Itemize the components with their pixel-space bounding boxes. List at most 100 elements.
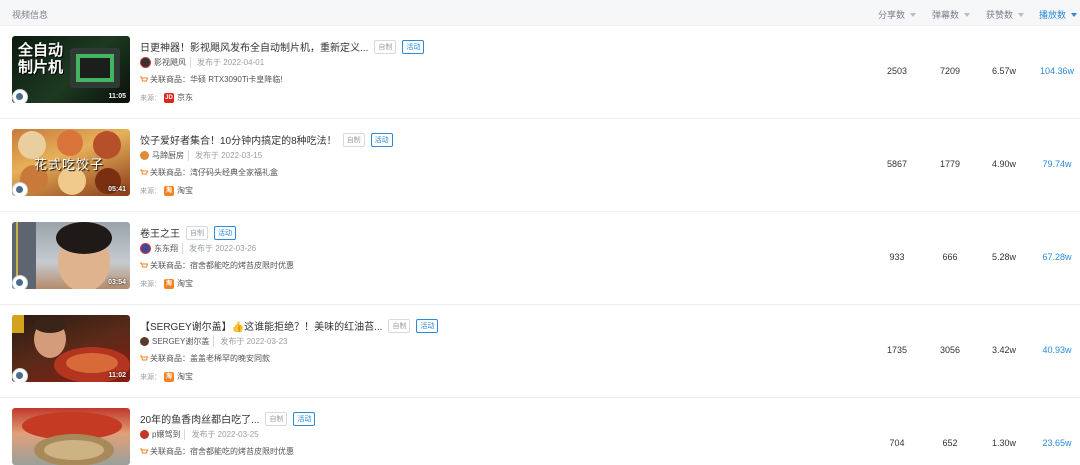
thumbnail-caption: 全自动 制片机 (18, 42, 64, 76)
taobao-logo-icon: 淘 (164, 278, 174, 289)
table-row[interactable]: 全自动 制片机 11:05 日更神器！影视飓风发布全自动制片机，重新定义... … (0, 26, 1080, 119)
column-danmu-label: 弹幕数 (932, 10, 960, 20)
danmu-count: 7209 (939, 66, 961, 76)
publish-date: 发布于 2022-03-15 (188, 150, 262, 161)
author-name[interactable]: 马蹄厨房 (152, 150, 184, 161)
column-share-label: 分享数 (878, 10, 906, 20)
like-count: 3.42w (991, 345, 1017, 355)
source-name[interactable]: 淘宝 (177, 185, 193, 196)
danmu-count: 666 (942, 252, 958, 262)
tag-self-made: 自制 (388, 318, 411, 333)
share-count: 1735 (886, 345, 908, 355)
table-row[interactable]: 03:54 卷王之王 自制 活动 东东翔 发布于 2022-03-26 关联商品… (0, 212, 1080, 305)
video-duration: 11:02 (108, 372, 126, 379)
sort-caret-icon (910, 12, 917, 17)
tag-activity: 活动 (214, 225, 236, 240)
tag-self-made: 自制 (265, 411, 288, 426)
video-duration: 03:54 (108, 279, 126, 286)
uploader-badge-icon (12, 275, 28, 289)
column-video-info: 视频信息 (12, 10, 49, 20)
video-title[interactable]: 日更神器！影视飓风发布全自动制片机，重新定义... (140, 39, 368, 54)
goods-name[interactable]: 华硕 RTX3090Ti卡皇降临! (190, 74, 282, 85)
publish-date: 发布于 2022-03-23 (213, 336, 288, 347)
source-label: 来源： (140, 187, 161, 195)
video-duration: 05:41 (108, 186, 126, 193)
publish-date: 发布于 2022-04-01 (190, 57, 264, 68)
author-name[interactable]: p嬢驾到 (152, 429, 180, 440)
cart-icon (140, 448, 148, 454)
column-danmu-sort[interactable]: 弹幕数 (932, 8, 971, 21)
author-name[interactable]: SERGEY谢尔盖 (152, 336, 209, 347)
goods-name[interactable]: 宿舍都能吃的烤苔皮限时优惠 (190, 260, 294, 271)
source-name[interactable]: 京东 (177, 92, 193, 103)
author-avatar (140, 337, 149, 346)
author-name[interactable]: 东东翔 (154, 243, 178, 254)
sort-caret-icon (1071, 12, 1078, 17)
play-count: 67.28w (1042, 252, 1072, 262)
danmu-count: 1779 (939, 159, 961, 169)
tag-self-made: 自制 (342, 132, 365, 147)
uploader-badge-icon (12, 89, 28, 103)
video-duration: 11:05 (108, 93, 126, 100)
share-count: 5867 (886, 159, 908, 169)
table-row[interactable]: 20年的鱼香肉丝都白吃了... 自制 活动 p嬢驾到 发布于 2022-03-2… (0, 398, 1080, 465)
thumbnail-art (22, 412, 122, 465)
uploader-badge-icon (12, 368, 28, 382)
play-count: 79.74w (1042, 159, 1072, 169)
danmu-count: 652 (942, 438, 958, 448)
table-row[interactable]: 花式吃饺子 05:41 饺子爱好者集合！10分钟内搞定的8种吃法！ 自制 活动 … (0, 119, 1080, 212)
publish-date: 发布于 2022-03-25 (184, 429, 259, 440)
column-likes-sort[interactable]: 获赞数 (986, 8, 1025, 21)
sort-caret-icon (964, 12, 971, 17)
tag-activity: 活动 (402, 39, 425, 54)
video-title[interactable]: 20年的鱼香肉丝都白吃了... (140, 411, 259, 426)
video-title[interactable]: 【SERGEY谢尔盖】👍这谁能拒绝？！美味的红油苔... (140, 318, 382, 333)
thumbnail-caption: 花式吃饺子 (34, 158, 105, 173)
goods-label: 关联商品： (150, 168, 190, 177)
source-name[interactable]: 淘宝 (177, 371, 193, 382)
like-count: 4.90w (991, 159, 1017, 169)
table-row[interactable]: 11:02 【SERGEY谢尔盖】👍这谁能拒绝？！美味的红油苔... 自制 活动… (0, 305, 1080, 398)
like-count: 6.57w (991, 66, 1017, 76)
goods-label: 关联商品： (150, 354, 190, 363)
video-title[interactable]: 饺子爱好者集合！10分钟内搞定的8种吃法！ (140, 132, 337, 147)
author-avatar (140, 243, 151, 254)
video-thumbnail[interactable] (12, 408, 130, 465)
video-thumbnail[interactable]: 花式吃饺子 05:41 (12, 129, 130, 196)
source-label: 来源： (140, 94, 161, 102)
tag-self-made: 自制 (374, 39, 397, 54)
publish-date: 发布于 2022-03-26 (182, 243, 256, 254)
source-name[interactable]: 淘宝 (177, 278, 193, 289)
tag-activity: 活动 (293, 411, 316, 426)
video-thumbnail[interactable]: 03:54 (12, 222, 130, 289)
column-likes-label: 获赞数 (986, 10, 1014, 20)
video-thumbnail[interactable]: 全自动 制片机 11:05 (12, 36, 130, 103)
video-title[interactable]: 卷王之王 (140, 225, 180, 240)
taobao-logo-icon: 淘 (164, 185, 174, 196)
table-header: 视频信息 分享数 弹幕数 获赞数 播放数 (0, 0, 1080, 26)
column-share-sort[interactable]: 分享数 (878, 8, 917, 21)
cart-icon (140, 76, 148, 82)
jd-logo-icon: JD (164, 92, 174, 103)
goods-name[interactable]: 湾仔码头经典全家福礼盒 (190, 167, 278, 178)
share-count: 933 (889, 252, 905, 262)
goods-label: 关联商品： (150, 261, 190, 270)
author-name[interactable]: 影视飓风 (154, 57, 186, 68)
sort-caret-icon (1018, 12, 1025, 17)
share-count: 704 (889, 438, 905, 448)
author-avatar (140, 57, 151, 68)
column-plays-sort[interactable]: 播放数 (1039, 8, 1078, 21)
goods-label: 关联商品： (150, 75, 190, 84)
source-label: 来源： (140, 280, 161, 288)
source-label: 来源： (140, 373, 161, 381)
column-plays-label: 播放数 (1039, 10, 1067, 20)
video-thumbnail[interactable]: 11:02 (12, 315, 130, 382)
play-count: 23.65w (1042, 438, 1072, 448)
cart-icon (140, 355, 148, 361)
goods-name[interactable]: 盖盖老稀罕的晚安同款 (190, 353, 270, 364)
taobao-logo-icon: 淘 (164, 371, 174, 382)
goods-name[interactable]: 宿舍都能吃的烤苔皮限时优惠 (190, 446, 294, 457)
author-avatar (140, 430, 149, 439)
like-count: 1.30w (991, 438, 1017, 448)
tag-self-made: 自制 (186, 225, 208, 240)
